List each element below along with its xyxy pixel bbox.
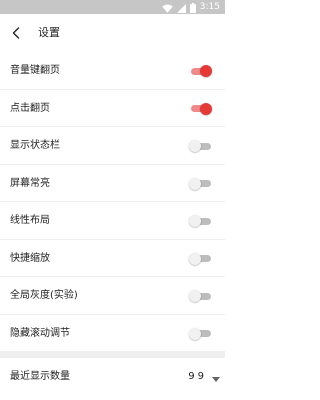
status-bar: 3:15: [0, 0, 225, 14]
toggle-thumb: [189, 177, 201, 190]
global-grayscale-toggle[interactable]: [189, 289, 212, 303]
status-time: 3:15: [199, 2, 220, 12]
hide-scroll-adjust-toggle[interactable]: [189, 327, 212, 341]
setting-row-show-status-bar: 显示状态栏: [0, 127, 225, 165]
keep-screen-on-toggle[interactable]: [189, 177, 212, 191]
back-button[interactable]: [6, 23, 26, 43]
tap-page-turn-toggle[interactable]: [190, 102, 212, 116]
settings-list: 音量键翻页 点击翻页 显示状态栏 屏幕常亮 线性布局 快捷缩放 全局灰度(实验)…: [0, 52, 225, 352]
setting-label: 点击翻页: [10, 102, 50, 114]
quick-zoom-toggle[interactable]: [189, 252, 212, 266]
setting-label: 全局灰度(实验): [10, 290, 78, 301]
setting-label: 音量键翻页: [10, 65, 60, 76]
toggle-thumb: [189, 252, 201, 265]
linear-layout-toggle[interactable]: [189, 214, 212, 228]
setting-row-global-grayscale: 全局灰度(实验): [0, 277, 225, 315]
page-title: 设置: [38, 26, 60, 39]
setting-row-keep-screen-on: 屏幕常亮: [0, 165, 225, 202]
toggle-thumb: [200, 102, 212, 115]
app-bar: 设置: [0, 14, 225, 52]
toggle-thumb: [189, 290, 201, 302]
setting-row-quick-zoom: 快捷缩放: [0, 240, 225, 277]
toggle-thumb: [189, 215, 201, 227]
setting-label: 快捷缩放: [10, 252, 50, 264]
status-icons: 3:15: [162, 1, 220, 13]
recent-display-count-value: 99: [188, 371, 207, 382]
setting-row-volume-key-page-turn: 音量键翻页: [0, 52, 225, 90]
toggle-thumb: [200, 65, 212, 77]
setting-row-recent-display-count: 最近显示数量 99: [0, 358, 225, 395]
setting-label: 线性布局: [10, 215, 50, 226]
setting-label: 隐藏滚动调节: [10, 327, 70, 339]
setting-row-tap-page-turn: 点击翻页: [0, 90, 225, 127]
setting-row-linear-layout: 线性布局: [0, 202, 225, 240]
show-status-bar-toggle[interactable]: [189, 139, 212, 153]
setting-label: 显示状态栏: [10, 140, 60, 151]
triangle-down-icon: [212, 367, 220, 386]
toggle-thumb: [189, 140, 201, 152]
toggle-thumb: [189, 327, 201, 340]
setting-row-hide-scroll-adjust: 隐藏滚动调节: [0, 315, 225, 352]
chevron-left-icon: [11, 24, 21, 43]
volume-key-page-turn-toggle[interactable]: [190, 64, 212, 78]
setting-label: 最近显示数量: [10, 371, 70, 382]
setting-label: 屏幕常亮: [10, 177, 50, 189]
recent-display-count-select[interactable]: 99: [188, 366, 220, 387]
